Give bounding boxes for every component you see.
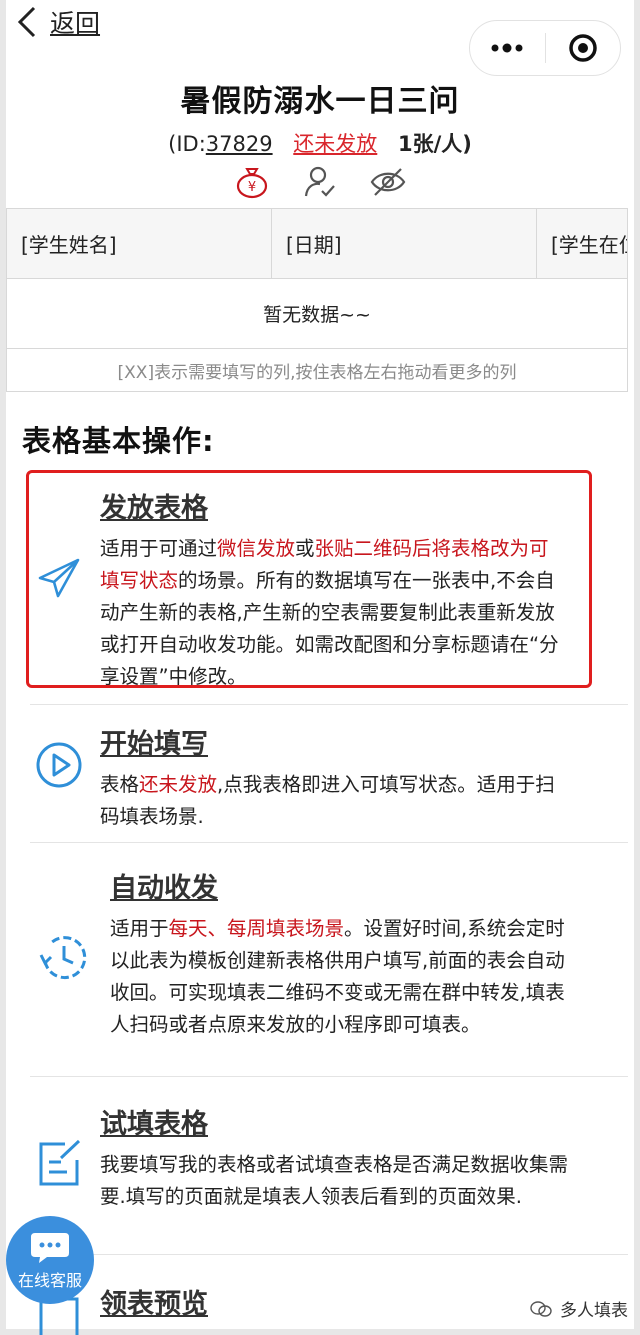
divider xyxy=(30,842,628,843)
more-dots-icon xyxy=(491,43,523,53)
per-person-limit: 1张/人) xyxy=(397,132,472,156)
id-prefix: (ID: xyxy=(168,132,206,156)
user-check-icon[interactable] xyxy=(300,162,340,202)
table-header: [学生姓名] [日期] [学生在位置] xyxy=(7,209,627,279)
empty-state: 暂无数据~~ xyxy=(7,279,627,349)
more-button[interactable] xyxy=(470,21,545,75)
card-title[interactable]: 领表预览 xyxy=(100,1282,578,1321)
card-title[interactable]: 自动收发 xyxy=(110,866,576,905)
svg-text:¥: ¥ xyxy=(248,180,256,195)
wechat-icon xyxy=(530,1300,552,1317)
paper-plane-icon xyxy=(30,550,88,608)
divider xyxy=(30,704,628,705)
watermark: 多人填表 xyxy=(530,1296,628,1321)
clock-refresh-icon xyxy=(34,928,92,986)
page-title: 暑假防溺水一日三问 xyxy=(180,84,460,119)
card-description: 适用于每天、每周填表场景。设置好时间,系统会定时以此表为模板创建新表格供用户填写… xyxy=(110,913,576,1041)
desc-highlight: 微信发放 xyxy=(217,537,296,560)
card-start-fill[interactable]: 开始填写 表格还未发放,点我表格即进入可填写状态。适用于扫码填表场景. xyxy=(30,722,628,833)
form-id[interactable]: 37829 xyxy=(206,132,273,156)
mini-program-capsule xyxy=(469,20,621,76)
card-description: 表格还未发放,点我表格即进入可填写状态。适用于扫码填表场景. xyxy=(100,769,570,833)
desc-text: 适用于 xyxy=(110,917,169,940)
card-publish[interactable]: 发放表格 适用于可通过微信发放或张贴二维码后将表格改为可填写状态的场景。所有的数… xyxy=(30,486,628,693)
service-label: 在线客服 xyxy=(17,1271,82,1290)
divider xyxy=(30,1076,628,1077)
desc-highlight: 还未发放 xyxy=(139,773,218,796)
data-table[interactable]: [学生姓名] [日期] [学生在位置] 暂无数据~~ [XX]表示需要填写的列,… xyxy=(6,208,628,392)
section-title: 表格基本操作: xyxy=(22,424,215,458)
desc-text: 表格 xyxy=(100,773,140,796)
desc-highlight: 每天、每周填表场景 xyxy=(168,917,345,940)
back-button[interactable]: 返回 xyxy=(16,2,100,42)
chat-bubble-icon xyxy=(31,1233,69,1263)
card-title[interactable]: 发放表格 xyxy=(100,486,560,525)
back-label: 返回 xyxy=(50,9,101,38)
column-header: [学生姓名] xyxy=(7,209,272,278)
card-description: 适用于可通过微信发放或张贴二维码后将表格改为可填写状态的场景。所有的数据填写在一… xyxy=(100,533,560,693)
header-actions: ¥ xyxy=(0,162,640,202)
column-header: [学生在位置] xyxy=(537,209,627,278)
status-link[interactable]: 还未发放 xyxy=(293,132,377,156)
card-auto-publish[interactable]: 自动收发 适用于每天、每周填表场景。设置好时间,系统会定时以此表为模板创建新表格… xyxy=(30,866,628,1041)
edit-form-icon xyxy=(30,1134,88,1192)
close-button[interactable] xyxy=(546,21,621,75)
table-hint: [XX]表示需要填写的列,按住表格左右拖动看更多的列 xyxy=(117,362,517,383)
card-trial-fill[interactable]: 试填表格 我要填写我的表格或者试填查表格是否满足数据收集需要.填写的页面就是填表… xyxy=(30,1102,628,1213)
desc-text: 或 xyxy=(295,537,315,560)
target-close-icon xyxy=(569,34,597,62)
play-circle-icon xyxy=(30,736,88,794)
watermark-label: 多人填表 xyxy=(560,1301,628,1321)
form-meta: (ID:37829 还未发放 1张/人) xyxy=(0,128,640,158)
column-header: [日期] xyxy=(272,209,537,278)
money-bag-icon[interactable]: ¥ xyxy=(232,162,272,202)
divider xyxy=(30,1254,628,1255)
eye-off-icon[interactable] xyxy=(368,162,408,202)
card-description: 我要填写我的表格或者试填查表格是否满足数据收集需要.填写的页面就是填表人领表后看… xyxy=(100,1153,569,1208)
card-title[interactable]: 试填表格 xyxy=(100,1102,578,1141)
chevron-left-icon xyxy=(17,6,36,38)
card-title[interactable]: 开始填写 xyxy=(100,722,570,761)
online-service-button[interactable]: 在线客服 xyxy=(6,1216,94,1304)
desc-text: 适用于可通过 xyxy=(100,537,218,560)
